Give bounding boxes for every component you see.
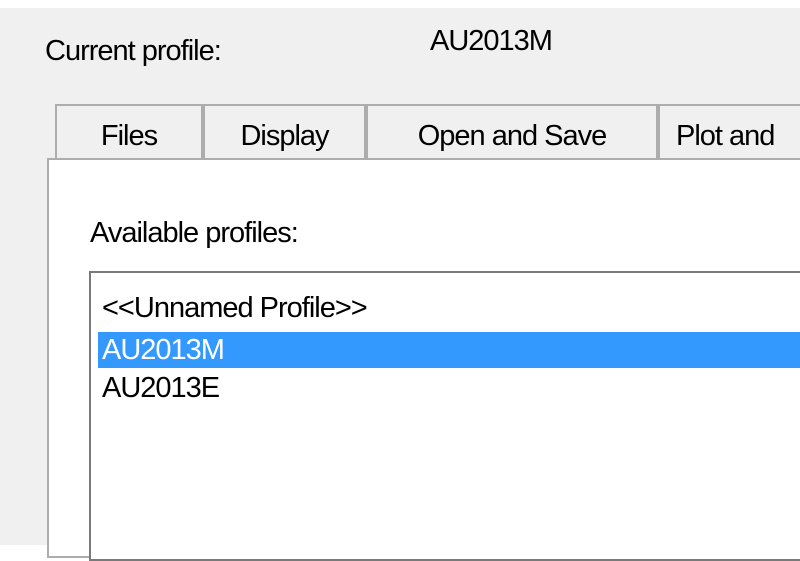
tab-files[interactable]: Files bbox=[55, 104, 203, 166]
profile-list-item-au2013e[interactable]: AU2013E bbox=[98, 370, 800, 406]
profile-list-item-unnamed[interactable]: <<Unnamed Profile>> bbox=[98, 290, 800, 326]
tab-display[interactable]: Display bbox=[203, 104, 366, 166]
profile-list-item-au2013m[interactable]: AU2013M bbox=[98, 332, 800, 368]
tab-plot-and-publish[interactable]: Plot and bbox=[658, 104, 800, 166]
profiles-listbox[interactable]: <<Unnamed Profile>> AU2013M AU2013E bbox=[89, 271, 800, 561]
current-profile-value: AU2013M bbox=[430, 25, 553, 57]
tab-open-and-save[interactable]: Open and Save bbox=[366, 104, 658, 166]
current-profile-label: Current profile: bbox=[45, 35, 222, 67]
available-profiles-label: Available profiles: bbox=[90, 217, 299, 249]
